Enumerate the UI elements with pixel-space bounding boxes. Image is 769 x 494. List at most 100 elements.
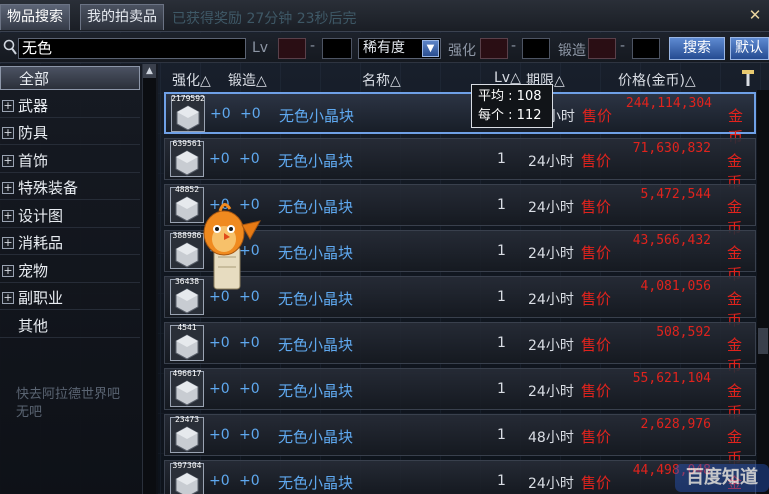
sell-label: 售价 [581, 244, 612, 262]
forge-value: +0 [240, 106, 261, 122]
forge-value: +0 [239, 427, 260, 443]
plus-icon[interactable]: + [2, 292, 14, 304]
column-price[interactable]: 价格(金币)△ [618, 70, 696, 90]
sell-label: 售价 [582, 107, 613, 125]
level-value: 1 [497, 151, 506, 167]
level-max-input[interactable] [322, 38, 352, 59]
tooltip-avg-value: 108 [516, 89, 542, 104]
item-name: 无色小晶块 [278, 474, 354, 492]
table-row[interactable]: 639561 +0 +0 无色小晶块 1 24小时 售价 71,630,832 … [164, 138, 756, 191]
sidebar-item-label: 消耗品 [18, 234, 64, 252]
enhance-label: 强化 [448, 43, 476, 59]
table-row[interactable]: 397304 +0 +0 无色小晶块 1 24小时 售价 44,498,048 … [164, 460, 756, 494]
range-dash: - [310, 38, 316, 54]
plus-icon[interactable]: + [2, 127, 14, 139]
watermark-logo: 百度知道 [675, 464, 769, 492]
sidebar-item-label: 宠物 [18, 262, 49, 280]
sidebar-scrollbar[interactable]: ▲ [142, 64, 156, 494]
level-value: 1 [497, 381, 506, 397]
level-value: 1 [497, 197, 506, 213]
sidebar-item-label: 设计图 [18, 207, 64, 225]
level-value: 1 [497, 427, 506, 443]
enhance-value: +0 [209, 427, 230, 443]
duration-value: 24小时 [528, 200, 574, 216]
sidebar-item-consumables[interactable]: + 消耗品 [0, 231, 140, 255]
sidebar-item-armor[interactable]: + 防具 [0, 121, 140, 145]
item-count: 23473 [174, 415, 200, 424]
duration-value: 24小时 [528, 246, 574, 262]
sidebar-item-label: 首饰 [18, 152, 49, 170]
forge-label: 锻造 [558, 43, 586, 59]
item-count: 36438 [174, 277, 200, 286]
range-dash: - [511, 38, 517, 54]
scrollbar-thumb[interactable] [758, 328, 768, 354]
sidebar-item-label: 防具 [18, 124, 49, 142]
item-count: 388986 [172, 231, 202, 240]
sidebar-item-subjob[interactable]: + 副职业 [0, 286, 140, 310]
search-input[interactable]: 无色 [18, 38, 246, 59]
item-count: 4541 [177, 323, 197, 332]
item-count: 397304 [172, 461, 202, 470]
table-row[interactable]: 496617 +0 +0 无色小晶块 1 24小时 售价 55,621,104 … [164, 368, 756, 421]
item-name: 无色小晶块 [278, 382, 354, 400]
pet-bird-icon [203, 203, 261, 290]
table-row[interactable]: 23473 +0 +0 无色小晶块 1 48小时 售价 2,628,976 金币 [164, 414, 756, 467]
sell-label: 售价 [581, 428, 612, 446]
forge-value: +0 [239, 151, 260, 167]
category-sidebar: 全部 + 武器 + 防具 + 首饰 + 特殊装备 + 设计图 + 消耗品 + 宠… [0, 64, 158, 494]
search-bar: 无色 Lv - 稀有度 ▼ 强化 - 锻造 - 搜索 默认 [0, 33, 769, 63]
scroll-up-icon[interactable]: ▲ [143, 64, 156, 78]
plus-icon[interactable]: + [2, 237, 14, 249]
column-forge[interactable]: 锻造△ [228, 70, 267, 90]
column-enhance[interactable]: 强化△ [172, 70, 211, 90]
enhance-value: +0 [210, 106, 231, 122]
forge-value: +0 [239, 335, 260, 351]
item-name: 无色小晶块 [278, 244, 354, 262]
range-dash: - [620, 38, 626, 54]
forge-value: +0 [239, 381, 260, 397]
rarity-select[interactable]: 稀有度 ▼ [358, 38, 441, 59]
tab-item-search[interactable]: 物品搜索 [0, 4, 70, 30]
sidebar-item-blueprints[interactable]: + 设计图 [0, 204, 140, 228]
results-scrollbar[interactable] [757, 90, 769, 494]
plus-icon[interactable]: + [2, 210, 14, 222]
tab-bar: 物品搜索 我的拍卖品 已获得奖励 27分钟 23秒后完 ✕ [0, 0, 769, 32]
sidebar-item-accessories[interactable]: + 首饰 [0, 149, 140, 173]
plus-icon[interactable]: + [2, 182, 14, 194]
item-name: 无色小晶块 [279, 107, 355, 125]
enhance-max-input[interactable] [522, 38, 550, 59]
duration-value: 24小时 [528, 338, 574, 354]
item-name: 无色小晶块 [278, 428, 354, 446]
close-icon[interactable]: ✕ [747, 6, 763, 24]
table-row[interactable]: 4541 +0 +0 无色小晶块 1 24小时 售价 508,592 金币 [164, 322, 756, 375]
search-button[interactable]: 搜索 [669, 37, 725, 60]
price-tooltip: 平均 : 108 每个 : 112 [471, 84, 553, 128]
sidebar-item-special[interactable]: + 特殊装备 [0, 176, 140, 200]
hammer-icon [742, 70, 754, 86]
tooltip-each-value: 112 [516, 108, 542, 123]
plus-icon[interactable]: + [2, 100, 14, 112]
enhance-min-input[interactable] [480, 38, 508, 59]
sidebar-item-all[interactable]: 全部 [0, 66, 140, 90]
forge-min-input[interactable] [588, 38, 616, 59]
sidebar-item-pets[interactable]: + 宠物 [0, 259, 140, 283]
forge-max-input[interactable] [632, 38, 660, 59]
plus-icon[interactable]: + [2, 155, 14, 167]
item-count: 48852 [174, 185, 200, 194]
sell-label: 售价 [581, 382, 612, 400]
tab-my-auctions[interactable]: 我的拍卖品 [80, 4, 164, 30]
column-name[interactable]: 名称△ [362, 70, 401, 90]
price-value: 244,114,304 [625, 96, 712, 111]
sidebar-item-other[interactable]: 其他 [0, 314, 140, 338]
price-value: 71,630,832 [632, 141, 711, 156]
price-value: 4,081,056 [640, 279, 711, 294]
sell-label: 售价 [581, 198, 612, 216]
level-min-input[interactable] [278, 38, 306, 59]
plus-icon[interactable]: + [2, 265, 14, 277]
sidebar-item-weapons[interactable]: + 武器 [0, 94, 140, 118]
search-icon [3, 39, 17, 55]
chevron-down-icon[interactable]: ▼ [422, 40, 439, 57]
table-row[interactable]: 2179592 +0 +0 无色小晶块 24小时 售价 244,114,304 … [164, 92, 756, 146]
price-value: 55,621,104 [632, 371, 711, 386]
default-button[interactable]: 默认 [730, 37, 769, 60]
